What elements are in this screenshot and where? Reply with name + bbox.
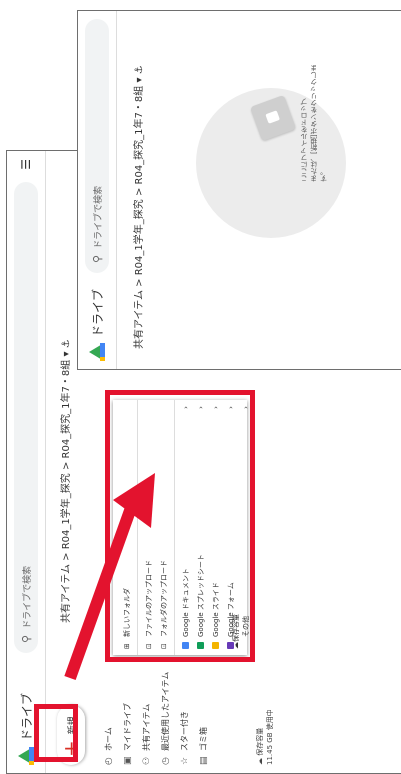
red-arrow-icon: [64, 473, 155, 681]
